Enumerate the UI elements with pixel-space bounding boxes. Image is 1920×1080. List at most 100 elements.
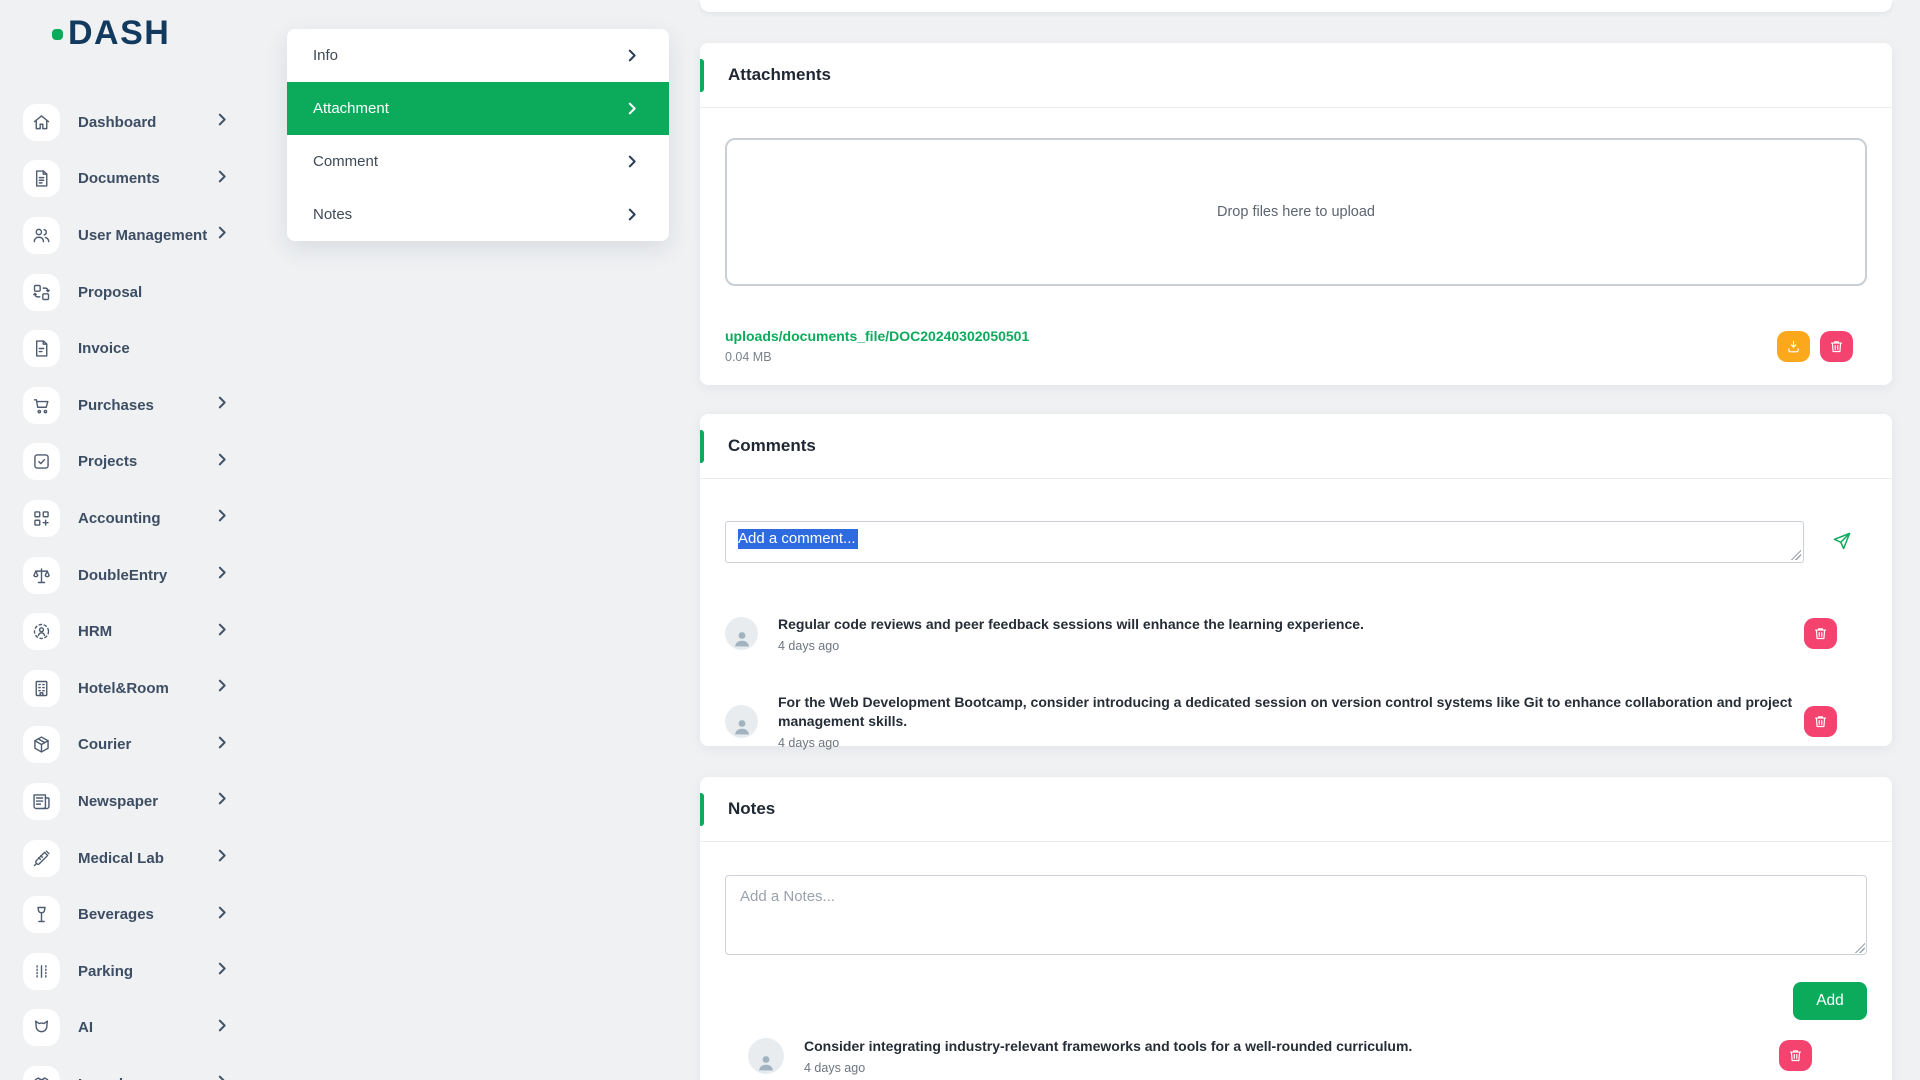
chevron-right-icon bbox=[628, 102, 637, 115]
home-icon bbox=[23, 104, 60, 141]
person-icon bbox=[730, 626, 754, 650]
comment-item: For the Web Development Bootcamp, consid… bbox=[725, 693, 1892, 750]
sidebar-item-user-management[interactable]: User Management bbox=[0, 207, 262, 264]
comments-card-header: Comments bbox=[700, 414, 1892, 479]
sidebar-item-label: AI bbox=[78, 1019, 93, 1036]
building-icon bbox=[23, 670, 60, 707]
sidebar-item-ai[interactable]: AI bbox=[0, 1000, 262, 1057]
note-item: Consider integrating industry-relevant f… bbox=[725, 1037, 1867, 1075]
sidebar-item-documents[interactable]: Documents bbox=[0, 151, 262, 208]
sidebar-item-parking[interactable]: Parking bbox=[0, 943, 262, 1000]
invoice-icon bbox=[23, 330, 60, 367]
sidebar-item-hotel-room[interactable]: Hotel&Room bbox=[0, 660, 262, 717]
comment-timestamp: 4 days ago bbox=[778, 736, 1804, 750]
check-square-icon bbox=[23, 443, 60, 480]
sidebar-item-laundry[interactable]: Laundry bbox=[0, 1056, 262, 1080]
chevron-right-icon bbox=[218, 1075, 227, 1080]
sidebar-item-medical-lab[interactable]: Medical Lab bbox=[0, 830, 262, 887]
comment-input-row: Add a comment... bbox=[725, 521, 1892, 563]
add-note-button[interactable]: Add bbox=[1793, 982, 1867, 1020]
chevron-right-icon bbox=[218, 849, 227, 867]
syringe-icon bbox=[23, 840, 60, 877]
resize-grip-icon[interactable] bbox=[1791, 550, 1801, 560]
chevron-right-icon bbox=[218, 792, 227, 810]
shirt-icon bbox=[23, 1066, 60, 1080]
avatar bbox=[748, 1038, 784, 1074]
chevron-right-icon bbox=[628, 208, 637, 221]
sidebar: DASH Dashboard Documents User Management… bbox=[0, 0, 262, 1080]
chevron-right-icon bbox=[218, 679, 227, 697]
dropzone-text: Drop files here to upload bbox=[1217, 204, 1375, 220]
previous-card-edge bbox=[700, 0, 1892, 12]
attachment-file-row: uploads/documents_file/DOC20240302050501… bbox=[725, 328, 1867, 364]
comment-timestamp: 4 days ago bbox=[778, 639, 1804, 653]
sidebar-item-label: DoubleEntry bbox=[78, 567, 167, 584]
chevron-right-icon bbox=[628, 155, 637, 168]
chevron-right-icon bbox=[628, 49, 637, 62]
notes-title: Notes bbox=[728, 799, 775, 819]
submenu-item-info[interactable]: Info bbox=[287, 29, 669, 82]
delete-comment-button[interactable] bbox=[1804, 706, 1837, 737]
parking-icon bbox=[23, 953, 60, 990]
sidebar-item-label: Projects bbox=[78, 453, 137, 470]
chevron-right-icon bbox=[218, 566, 227, 584]
comment-text: For the Web Development Bootcamp, consid… bbox=[778, 693, 1804, 732]
file-dropzone[interactable]: Drop files here to upload bbox=[725, 138, 1867, 286]
chevron-right-icon bbox=[218, 396, 227, 414]
sidebar-item-purchases[interactable]: Purchases bbox=[0, 377, 262, 434]
attachment-file-size: 0.04 MB bbox=[725, 350, 1029, 364]
note-text: Consider integrating industry-relevant f… bbox=[804, 1037, 1779, 1057]
sidebar-item-label: Documents bbox=[78, 170, 160, 187]
chevron-right-icon bbox=[218, 962, 227, 980]
chevron-right-icon bbox=[218, 453, 227, 471]
sidebar-item-beverages[interactable]: Beverages bbox=[0, 886, 262, 943]
send-comment-button[interactable] bbox=[1832, 531, 1852, 556]
chevron-right-icon bbox=[218, 509, 227, 527]
logo-dot-icon bbox=[52, 29, 63, 40]
person-icon bbox=[754, 1050, 778, 1074]
scale-icon bbox=[23, 557, 60, 594]
delete-comment-button[interactable] bbox=[1804, 618, 1837, 649]
submenu-item-label: Attachment bbox=[313, 100, 389, 117]
comment-input[interactable]: Add a comment... bbox=[725, 521, 1804, 563]
submenu-item-comment[interactable]: Comment bbox=[287, 135, 669, 188]
sidebar-item-label: Courier bbox=[78, 736, 131, 753]
sidebar-item-accounting[interactable]: Accounting bbox=[0, 490, 262, 547]
resize-grip-icon[interactable] bbox=[1855, 943, 1865, 953]
submenu-item-notes[interactable]: Notes bbox=[287, 188, 669, 241]
sidebar-item-projects[interactable]: Projects bbox=[0, 434, 262, 491]
sidebar-item-dashboard[interactable]: Dashboard bbox=[0, 94, 262, 151]
app-logo[interactable]: DASH bbox=[52, 16, 170, 50]
sidebar-item-newspaper[interactable]: Newspaper bbox=[0, 773, 262, 830]
comments-title: Comments bbox=[728, 436, 816, 456]
sidebar-item-label: Purchases bbox=[78, 397, 154, 414]
download-button[interactable] bbox=[1777, 331, 1810, 362]
sidebar-item-invoice[interactable]: Invoice bbox=[0, 320, 262, 377]
submenu-item-label: Info bbox=[313, 47, 338, 64]
comments-card: Comments Add a comment... Regular code r… bbox=[700, 414, 1892, 746]
sidebar-item-label: Hotel&Room bbox=[78, 680, 169, 697]
sidebar-nav: Dashboard Documents User Management Prop… bbox=[0, 94, 262, 1080]
sidebar-item-proposal[interactable]: Proposal bbox=[0, 264, 262, 321]
cart-icon bbox=[23, 387, 60, 424]
sidebar-item-label: Medical Lab bbox=[78, 850, 164, 867]
note-timestamp: 4 days ago bbox=[804, 1061, 1779, 1075]
download-icon bbox=[1786, 339, 1801, 354]
trash-icon bbox=[1788, 1048, 1803, 1063]
submenu-item-attachment[interactable]: Attachment bbox=[287, 82, 669, 135]
context-submenu: Info Attachment Comment Notes bbox=[287, 29, 669, 241]
attachment-file-link[interactable]: uploads/documents_file/DOC20240302050501 bbox=[725, 328, 1029, 344]
newspaper-icon bbox=[23, 783, 60, 820]
delete-attachment-button[interactable] bbox=[1820, 331, 1853, 362]
comment-text: Regular code reviews and peer feedback s… bbox=[778, 615, 1804, 635]
sidebar-item-label: HRM bbox=[78, 623, 112, 640]
sidebar-item-label: Laundry bbox=[78, 1076, 137, 1080]
sidebar-item-doubleentry[interactable]: DoubleEntry bbox=[0, 547, 262, 604]
delete-note-button[interactable] bbox=[1779, 1040, 1812, 1071]
sidebar-item-hrm[interactable]: HRM bbox=[0, 603, 262, 660]
submenu-item-label: Notes bbox=[313, 206, 352, 223]
chevron-right-icon bbox=[218, 1019, 227, 1037]
notes-input[interactable] bbox=[725, 875, 1867, 955]
sidebar-item-courier[interactable]: Courier bbox=[0, 717, 262, 774]
sidebar-item-label: Proposal bbox=[78, 284, 142, 301]
